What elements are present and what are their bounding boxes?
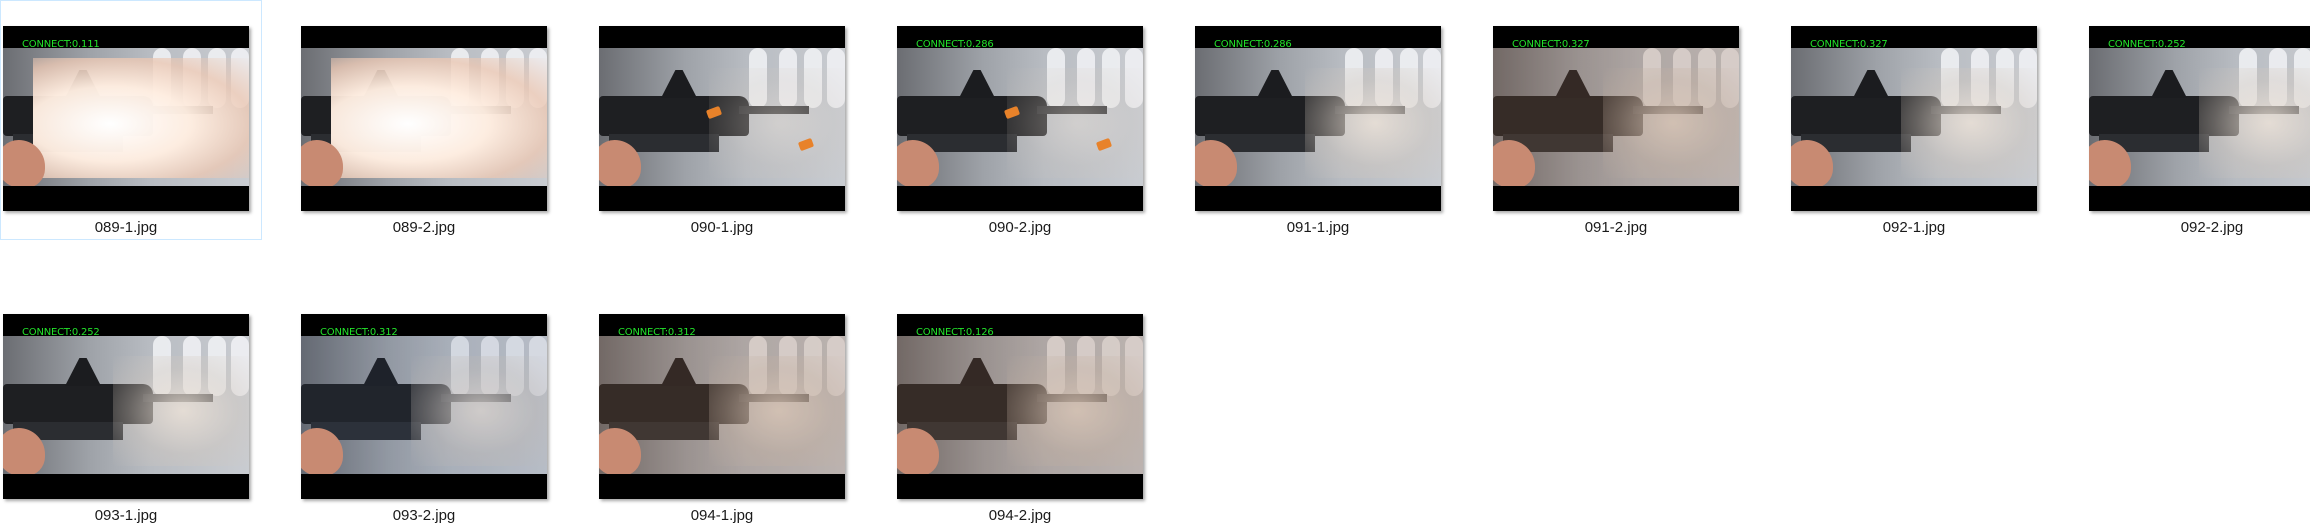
overlay-connect-text: CONNECT:0.252 bbox=[22, 327, 100, 338]
thumbnail-image bbox=[1493, 48, 1739, 186]
thumbnail-image bbox=[897, 336, 1143, 474]
file-name-label[interactable]: 092-2.jpg bbox=[2087, 219, 2310, 236]
file-thumbnail[interactable]: CONNECT:0.312 bbox=[599, 314, 845, 499]
file-name-label[interactable]: 090-1.jpg bbox=[597, 219, 847, 236]
thumbnail-image bbox=[2089, 48, 2310, 186]
file-name-label[interactable]: 093-2.jpg bbox=[299, 507, 549, 524]
file-name-label[interactable]: 089-1.jpg bbox=[1, 219, 251, 236]
thumbnail-image bbox=[301, 48, 547, 186]
file-item[interactable]: 090-1.jpg bbox=[596, 0, 858, 240]
overlay-connect-text: CONNECT:0.286 bbox=[1214, 39, 1292, 50]
thumbnail-image bbox=[599, 48, 845, 186]
file-item[interactable]: CONNECT:0.252 092-2.jpg bbox=[2086, 0, 2310, 240]
file-name-label[interactable]: 091-1.jpg bbox=[1193, 219, 1443, 236]
file-name-label[interactable]: 091-2.jpg bbox=[1491, 219, 1741, 236]
file-item[interactable]: 089-2.jpg bbox=[298, 0, 560, 240]
overlay-connect-text: CONNECT:0.252 bbox=[2108, 39, 2186, 50]
overlay-connect-text: CONNECT:0.111 bbox=[22, 39, 100, 50]
overlay-connect-text: CONNECT:0.312 bbox=[320, 327, 398, 338]
file-thumbnail[interactable]: CONNECT:0.126 bbox=[897, 314, 1143, 499]
file-thumbnail[interactable]: CONNECT:0.252 bbox=[2089, 26, 2310, 211]
file-name-label[interactable]: 090-2.jpg bbox=[895, 219, 1145, 236]
overlay-connect-text: CONNECT:0.327 bbox=[1512, 39, 1590, 50]
thumbnail-image bbox=[301, 336, 547, 474]
file-item[interactable]: CONNECT:0.327 091-2.jpg bbox=[1490, 0, 1752, 240]
file-thumbnail[interactable]: CONNECT:0.312 bbox=[301, 314, 547, 499]
file-thumbnail[interactable]: CONNECT:0.111 bbox=[3, 26, 249, 211]
file-thumbnail[interactable]: CONNECT:0.252 bbox=[3, 314, 249, 499]
file-item[interactable]: CONNECT:0.286 090-2.jpg bbox=[894, 0, 1156, 240]
file-item[interactable]: CONNECT:0.252 093-1.jpg bbox=[0, 288, 262, 528]
file-name-label[interactable]: 092-1.jpg bbox=[1789, 219, 2039, 236]
overlay-connect-text: CONNECT:0.126 bbox=[916, 327, 994, 338]
file-item[interactable]: CONNECT:0.111 089-1.jpg bbox=[0, 0, 262, 240]
file-thumbnail[interactable] bbox=[599, 26, 845, 211]
file-thumbnail[interactable] bbox=[301, 26, 547, 211]
file-name-label[interactable]: 094-2.jpg bbox=[895, 507, 1145, 524]
file-name-label[interactable]: 089-2.jpg bbox=[299, 219, 549, 236]
file-item[interactable]: CONNECT:0.312 093-2.jpg bbox=[298, 288, 560, 528]
thumbnail-image bbox=[3, 48, 249, 186]
thumbnail-image bbox=[3, 336, 249, 474]
overlay-connect-text: CONNECT:0.312 bbox=[618, 327, 696, 338]
file-item[interactable]: CONNECT:0.126 094-2.jpg bbox=[894, 288, 1156, 528]
file-item[interactable]: CONNECT:0.286 091-1.jpg bbox=[1192, 0, 1454, 240]
overlay-connect-text: CONNECT:0.286 bbox=[916, 39, 994, 50]
file-thumbnail[interactable]: CONNECT:0.286 bbox=[1195, 26, 1441, 211]
file-name-label[interactable]: 093-1.jpg bbox=[1, 507, 251, 524]
thumbnail-image bbox=[897, 48, 1143, 186]
file-thumbnail[interactable]: CONNECT:0.286 bbox=[897, 26, 1143, 211]
thumbnail-grid: CONNECT:0.111 089-1.jpg 089-2.jpg 090-1.jpg… bbox=[0, 0, 2310, 532]
file-name-label[interactable]: 094-1.jpg bbox=[597, 507, 847, 524]
file-thumbnail[interactable]: CONNECT:0.327 bbox=[1791, 26, 2037, 211]
file-thumbnail[interactable]: CONNECT:0.327 bbox=[1493, 26, 1739, 211]
thumbnail-image bbox=[1195, 48, 1441, 186]
thumbnail-image bbox=[599, 336, 845, 474]
overlay-connect-text: CONNECT:0.327 bbox=[1810, 39, 1888, 50]
file-item[interactable]: CONNECT:0.312 094-1.jpg bbox=[596, 288, 858, 528]
thumbnail-image bbox=[1791, 48, 2037, 186]
file-item[interactable]: CONNECT:0.327 092-1.jpg bbox=[1788, 0, 2050, 240]
